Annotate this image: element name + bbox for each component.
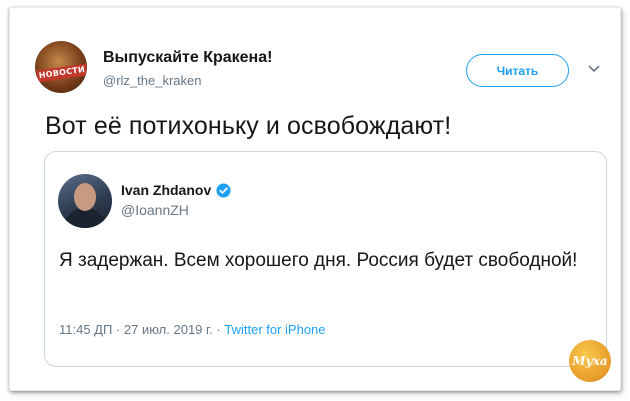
quoted-author-avatar[interactable] bbox=[58, 174, 112, 228]
quoted-tweet-meta: 11:45 ДП · 27 июл. 2019 г. · Twitter for… bbox=[59, 322, 326, 337]
chevron-down-icon[interactable] bbox=[587, 64, 601, 74]
quoted-author-handle[interactable]: @IoannZH bbox=[121, 202, 189, 218]
avatar-face bbox=[74, 183, 96, 211]
verified-badge-icon bbox=[216, 182, 231, 198]
quoted-tweet[interactable]: Ivan Zhdanov @IoannZH Я задержан. Всем х… bbox=[44, 151, 607, 367]
author-handle[interactable]: @rlz_the_kraken bbox=[103, 73, 201, 88]
tweet-text: Вот её потихоньку и освобождают! bbox=[45, 112, 452, 140]
site-watermark-logo: Муха bbox=[569, 340, 611, 382]
author-name[interactable]: Выпускайте Кракена! bbox=[103, 49, 272, 67]
avatar-suit bbox=[63, 208, 107, 228]
meta-separator: · bbox=[212, 322, 225, 337]
quoted-author-name-row: Ivan Zhdanov bbox=[121, 182, 231, 198]
tweet-card: НОВОСТИ Выпускайте Кракена! @rlz_the_kra… bbox=[9, 7, 621, 391]
author-avatar[interactable]: НОВОСТИ bbox=[35, 41, 87, 93]
quoted-author-name[interactable]: Ivan Zhdanov bbox=[121, 182, 211, 198]
quoted-tweet-source[interactable]: Twitter for iPhone bbox=[224, 322, 325, 337]
quoted-tweet-text: Я задержан. Всем хорошего дня. Россия бу… bbox=[59, 250, 578, 271]
follow-button[interactable]: Читать bbox=[466, 54, 569, 87]
quoted-tweet-timestamp[interactable]: 11:45 ДП · 27 июл. 2019 г. bbox=[59, 322, 213, 337]
avatar-banner: НОВОСТИ bbox=[36, 63, 87, 83]
